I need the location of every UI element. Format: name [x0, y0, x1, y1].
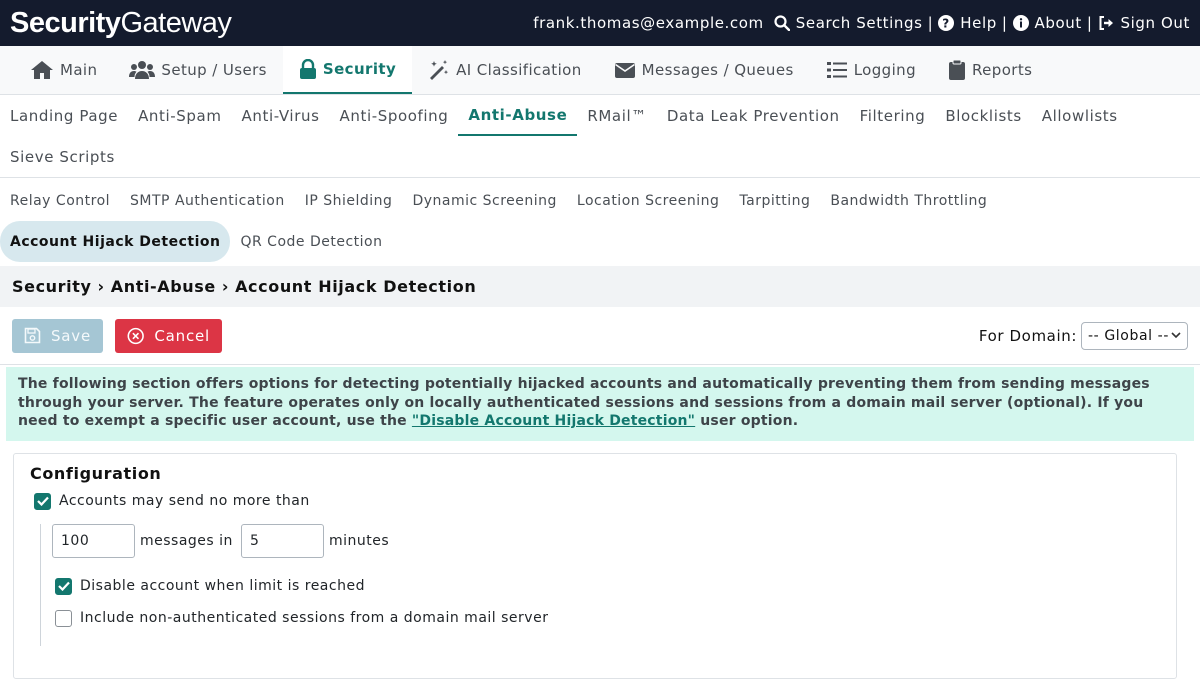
- configuration-panel: Configuration Accounts may send no more …: [13, 452, 1177, 679]
- minutes-label: minutes: [328, 532, 390, 549]
- breadcrumb-separator: ›: [221, 277, 230, 296]
- close-circle-icon: [127, 327, 144, 344]
- tab-main[interactable]: Main: [14, 46, 113, 94]
- disable-account-checkbox[interactable]: [55, 577, 72, 595]
- tab-reports[interactable]: Reports: [932, 46, 1048, 94]
- users-icon: [129, 61, 156, 79]
- search-settings-link[interactable]: Search Settings: [774, 14, 923, 32]
- help-icon: ?: [938, 15, 955, 31]
- help-link[interactable]: ? Help: [938, 14, 997, 32]
- tab-security[interactable]: Security: [282, 46, 413, 94]
- app-logo[interactable]: SecurityGateway: [10, 7, 232, 40]
- subnav-filtering[interactable]: Filtering: [850, 95, 936, 136]
- subnav-anti-virus[interactable]: Anti-Virus: [232, 95, 330, 136]
- search-icon: [774, 15, 790, 31]
- limit-options: 100 messages in 5 minutes Disable accoun…: [40, 523, 1160, 646]
- domain-label: For Domain:: [978, 326, 1077, 345]
- tab-setup-users[interactable]: Setup / Users: [113, 46, 282, 94]
- info-icon: [1012, 15, 1029, 31]
- subnav-blocklists[interactable]: Blocklists: [935, 95, 1031, 136]
- top-links: frank.thomas@example.com Search Settings…: [533, 14, 1190, 32]
- subnav-rmail[interactable]: RMail™: [577, 95, 657, 136]
- section-smtp-authentication[interactable]: SMTP Authentication: [120, 180, 295, 221]
- list-icon: [826, 62, 847, 78]
- messages-count-input[interactable]: 100: [52, 523, 135, 558]
- subnav-anti-spam[interactable]: Anti-Spam: [128, 95, 231, 136]
- minutes-input[interactable]: 5: [240, 523, 324, 558]
- disable-hijack-detection-link[interactable]: "Disable Account Hijack Detection": [412, 413, 695, 429]
- section-relay-control[interactable]: Relay Control: [0, 180, 120, 221]
- top-bar: SecurityGateway frank.thomas@example.com…: [0, 0, 1200, 46]
- limit-checkbox[interactable]: [34, 492, 51, 510]
- checkmark-icon: [36, 496, 49, 506]
- main-nav: Main Setup / Users Security AI Classific…: [0, 46, 1200, 95]
- include-domain-server-label: Include non-authenticated sessions from …: [80, 610, 549, 626]
- breadcrumb-anti-abuse: Anti-Abuse: [110, 277, 216, 296]
- svg-text:?: ?: [942, 17, 950, 31]
- subnav-data-leak-prevention[interactable]: Data Leak Prevention: [657, 95, 850, 136]
- section-location-screening[interactable]: Location Screening: [567, 180, 729, 221]
- checkmark-icon: [57, 581, 70, 591]
- separator: |: [1001, 14, 1008, 32]
- floppy-disk-icon: [24, 327, 41, 344]
- cancel-button[interactable]: Cancel: [115, 318, 222, 353]
- envelope-icon: [614, 63, 635, 78]
- separator: |: [1086, 14, 1093, 32]
- disable-account-label: Disable account when limit is reached: [80, 578, 365, 594]
- subnav-anti-spoofing[interactable]: Anti-Spoofing: [330, 95, 459, 136]
- breadcrumb-current: Account Hijack Detection: [235, 277, 477, 296]
- info-banner: The following section offers options for…: [6, 367, 1194, 441]
- section-nav: Relay Control SMTP Authentication IP Shi…: [0, 178, 1200, 262]
- subnav-sieve-scripts[interactable]: Sieve Scripts: [0, 136, 125, 177]
- include-domain-server-checkbox[interactable]: [55, 609, 72, 627]
- section-bandwidth-throttling[interactable]: Bandwidth Throttling: [820, 180, 997, 221]
- sub-nav: Landing Page Anti-Spam Anti-Virus Anti-S…: [0, 95, 1200, 178]
- panel-title: Configuration: [30, 463, 162, 483]
- section-ip-shielding[interactable]: IP Shielding: [295, 180, 403, 221]
- limit-label: Accounts may send no more than: [59, 493, 310, 509]
- tab-ai-classification[interactable]: AI Classification: [412, 46, 598, 94]
- magic-wand-icon: [430, 60, 449, 80]
- domain-select[interactable]: -- Global --: [1081, 321, 1188, 350]
- tab-logging[interactable]: Logging: [810, 46, 932, 94]
- sign-out-icon: [1099, 16, 1113, 30]
- section-qr-code-detection[interactable]: QR Code Detection: [230, 221, 392, 262]
- subnav-landing-page[interactable]: Landing Page: [0, 95, 128, 136]
- breadcrumb-security: Security: [12, 277, 92, 296]
- clipboard-icon: [949, 59, 965, 80]
- subnav-allowlists[interactable]: Allowlists: [1032, 95, 1128, 136]
- user-email[interactable]: frank.thomas@example.com: [533, 14, 764, 32]
- chevron-down-icon: [1171, 332, 1181, 339]
- breadcrumb: Security › Anti-Abuse › Account Hijack D…: [0, 266, 1200, 307]
- subnav-anti-abuse[interactable]: Anti-Abuse: [458, 95, 578, 136]
- section-tarpitting[interactable]: Tarpitting: [729, 180, 820, 221]
- section-account-hijack-detection[interactable]: Account Hijack Detection: [0, 221, 231, 262]
- home-icon: [31, 61, 53, 79]
- save-button[interactable]: Save: [12, 318, 103, 353]
- breadcrumb-separator: ›: [97, 277, 105, 296]
- messages-label: messages in: [140, 532, 233, 549]
- lock-icon: [299, 58, 316, 79]
- separator: |: [927, 14, 934, 32]
- about-link[interactable]: About: [1012, 14, 1082, 32]
- toolbar: Save Cancel For Domain: -- Global --: [0, 307, 1200, 365]
- sign-out-link[interactable]: Sign Out: [1098, 14, 1190, 32]
- section-dynamic-screening[interactable]: Dynamic Screening: [402, 180, 566, 221]
- tab-messages-queues[interactable]: Messages / Queues: [598, 46, 810, 94]
